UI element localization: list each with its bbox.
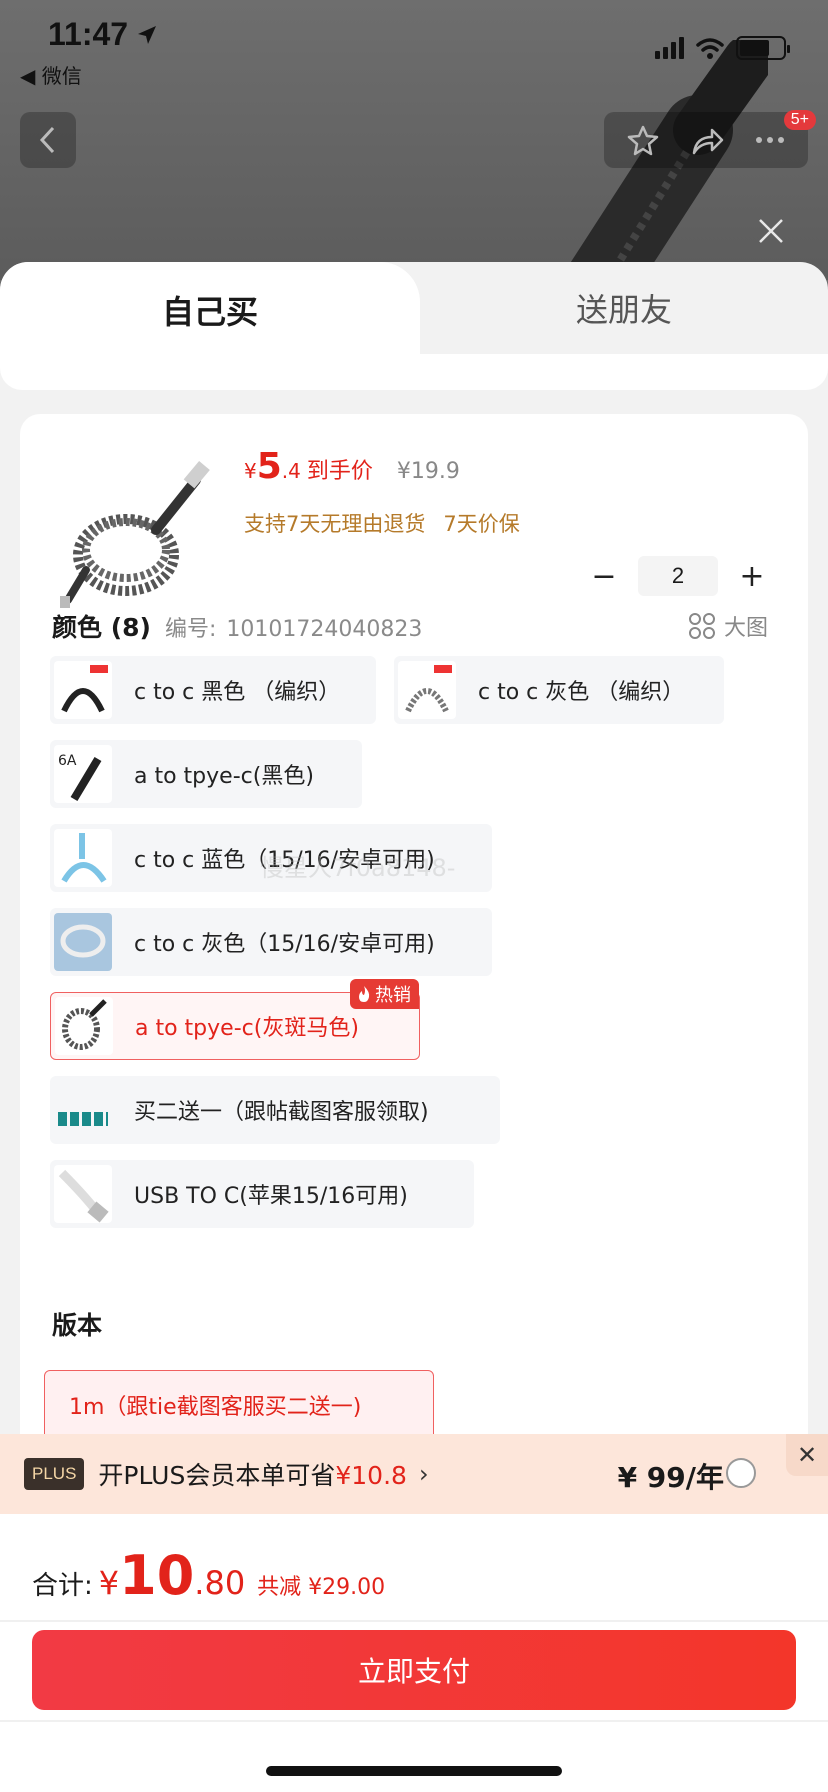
color-section-title: 颜色 (8) 编号: 10101724040823 — [52, 608, 422, 644]
nav-actions — [604, 112, 808, 168]
option-thumbnail: 6A — [54, 745, 112, 803]
color-option[interactable]: USB TO C(苹果15/16可用) — [50, 1160, 474, 1228]
back-button[interactable] — [20, 112, 76, 168]
close-icon[interactable] — [756, 216, 786, 246]
notification-badge: 5+ — [783, 110, 816, 130]
big-image-toggle[interactable]: 大图 — [688, 610, 768, 642]
status-bar: 11:47 ◀ 微信 — [0, 0, 828, 90]
option-thumbnail — [54, 661, 112, 719]
option-thumbnail — [54, 1081, 112, 1139]
sku-code-label: 编号: — [164, 617, 217, 642]
favorite-star-icon[interactable] — [627, 124, 659, 156]
chevron-right-icon: › — [418, 1460, 429, 1488]
plus-annual-price: ¥ 99/年 — [617, 1461, 724, 1494]
color-option-label: c to c 灰色（15/16/安卓可用) — [134, 932, 435, 957]
service-perks: 支持7天无理由退货 7天价保 — [244, 508, 520, 538]
quantity-value[interactable]: 2 — [638, 556, 718, 596]
color-option-label: c to c 灰色 （编织） — [478, 680, 685, 705]
status-time: 11:47 — [48, 16, 129, 52]
location-arrow-icon — [138, 26, 156, 44]
total-discount: 共减 ¥29.00 — [257, 1575, 386, 1600]
price-integer: 5 — [256, 446, 282, 487]
color-option[interactable]: c to c 黑色 （编织） — [50, 656, 376, 724]
color-option-label: c to c 黑色 （编织） — [134, 680, 341, 705]
option-thumbnail — [54, 829, 112, 887]
final-price-label: 到手价 — [306, 459, 373, 484]
decrease-quantity-button[interactable]: − — [584, 556, 624, 596]
version-option-selected[interactable]: 1m（跟tie截图客服买二送一) — [44, 1370, 434, 1440]
option-thumbnail — [55, 997, 113, 1055]
total-currency: ¥ — [98, 1564, 120, 1602]
increase-quantity-button[interactable]: + — [732, 556, 772, 596]
price-protection: 7天价保 — [443, 512, 520, 536]
color-option[interactable]: c to c 灰色（15/16/安卓可用) — [50, 908, 492, 976]
plus-logo: PLUS — [24, 1458, 85, 1490]
plus-offer-label: 开PLUS会员本单可省 — [98, 1461, 336, 1490]
share-icon[interactable] — [690, 125, 724, 155]
plus-saving: ¥10.8 — [335, 1461, 407, 1490]
more-icon[interactable] — [755, 136, 785, 144]
home-indicator[interactable] — [266, 1766, 562, 1776]
chevron-left-icon — [39, 126, 55, 154]
color-option-label: a to tpye-c(灰斑马色) — [135, 1016, 359, 1041]
tab-buy-for-self[interactable]: 自己买 — [0, 262, 420, 358]
price-currency: ¥ — [244, 459, 257, 483]
pay-now-button[interactable]: 立即支付 — [32, 1630, 796, 1710]
tab-gift-to-friend[interactable]: 送朋友 — [420, 262, 828, 354]
wifi-icon — [696, 38, 724, 59]
color-option-label: USB TO C(苹果15/16可用) — [134, 1184, 408, 1209]
purchase-tabs: 自己买 送朋友 — [0, 262, 828, 390]
total-decimal: .80 — [194, 1564, 246, 1602]
color-title: 颜色 (8) — [52, 613, 151, 642]
plus-offer-text: 开PLUS会员本单可省¥10.8 — [98, 1456, 407, 1492]
option-thumbnail — [54, 913, 112, 971]
option-thumbnail — [54, 1165, 112, 1223]
hot-sale-badge: 热销 — [350, 979, 419, 1009]
back-to-wechat-link[interactable]: ◀ 微信 — [20, 60, 82, 89]
status-icons — [655, 36, 790, 60]
version-section-title: 版本 — [52, 1311, 103, 1340]
flame-icon — [359, 986, 370, 1002]
tab-panel-strip — [0, 354, 828, 390]
hot-sale-label: 热销 — [375, 985, 411, 1006]
big-image-label: 大图 — [723, 616, 768, 641]
grid-view-icon — [688, 613, 715, 639]
color-option[interactable]: 买二送一（跟帖截图客服领取) — [50, 1076, 500, 1144]
color-option[interactable]: c to c 灰色 （编织） — [394, 656, 724, 724]
price-line: ¥ 5 .4 到手价 ¥19.9 — [244, 446, 460, 487]
return-policy: 支持7天无理由退货 — [244, 512, 426, 536]
plus-bar-close-icon[interactable]: ✕ — [786, 1434, 828, 1476]
color-option[interactable]: 6A a to tpye-c(黑色) — [50, 740, 362, 808]
svg-text:6A: 6A — [58, 753, 77, 769]
original-price: ¥19.9 — [396, 459, 460, 484]
plus-opt-in-radio[interactable] — [726, 1458, 756, 1488]
color-option-label: a to tpye-c(黑色) — [134, 764, 314, 789]
divider — [0, 1620, 828, 1622]
checkout-footer: 合计: ¥ 10 .80 共减 ¥29.00 立即支付 — [0, 1514, 828, 1792]
option-thumbnail — [398, 661, 456, 719]
total-label: 合计: — [32, 1571, 93, 1601]
product-thumbnail — [60, 460, 210, 608]
cellular-signal-icon — [655, 37, 684, 59]
sku-code: 10101724040823 — [226, 617, 423, 642]
battery-icon — [736, 36, 790, 60]
divider — [0, 1720, 828, 1722]
color-option-selected[interactable]: a to tpye-c(灰斑马色) 热销 — [50, 979, 420, 1060]
total-integer: 10 — [119, 1544, 195, 1607]
color-option-label: 买二送一（跟帖截图客服领取) — [134, 1100, 429, 1125]
price-decimal: .4 — [281, 459, 301, 483]
plus-membership-bar[interactable]: PLUS 开PLUS会员本单可省¥10.8 › ¥ 99/年 ✕ — [0, 1434, 828, 1514]
sku-card: ¥ 5 .4 到手价 ¥19.9 支持7天无理由退货 7天价保 − 2 + 颜色… — [20, 414, 808, 1514]
quantity-stepper: − 2 + — [584, 556, 772, 596]
watermark: 慢星人7f0a8148- — [260, 854, 456, 882]
order-total: 合计: ¥ 10 .80 共减 ¥29.00 — [32, 1544, 385, 1607]
